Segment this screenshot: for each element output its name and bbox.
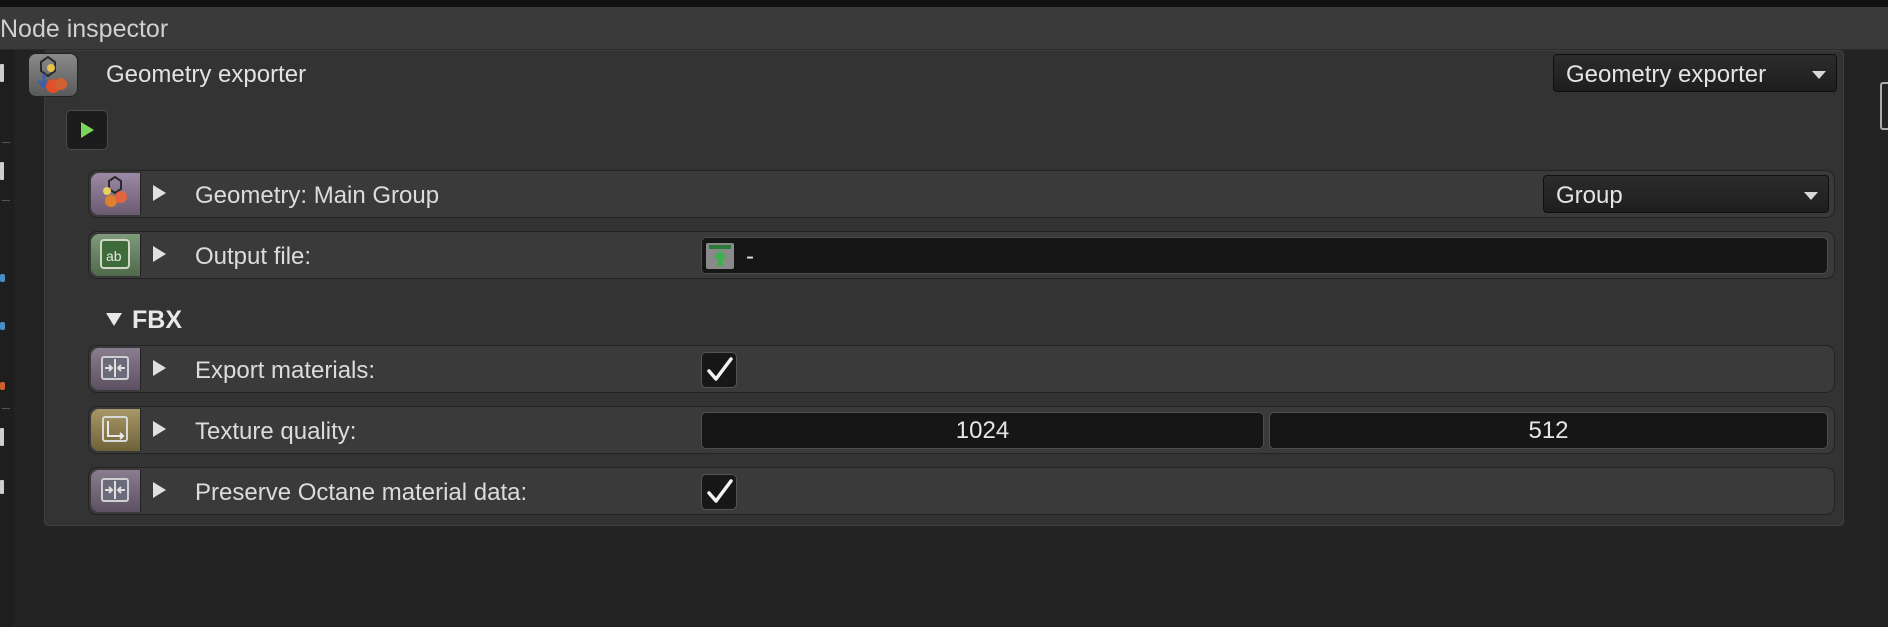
pin-row-output-file[interactable]: ab Output file: - [88,231,1835,279]
texture-quality-x-value: 1024 [955,417,1010,444]
chevron-down-icon [1804,192,1818,200]
strip-blue-icon[interactable] [0,274,5,282]
geometry-exporter-icon [28,53,78,97]
texture-quality-x-field[interactable]: 1024 [701,412,1264,449]
fbx-section-title: FBX [132,306,182,334]
chevron-down-icon [1812,71,1826,79]
strip-divider [2,408,10,409]
pin-label-output-file: Output file: [195,243,312,270]
node-type-dropdown-value: Geometry exporter [1566,61,1767,88]
geometry-type-dropdown-value: Group [1556,182,1623,209]
bool-toggle-icon [91,470,141,512]
strip-divider [2,142,10,143]
node-title: Geometry exporter [106,61,307,88]
expand-arrow-icon[interactable] [153,360,166,376]
right-edge-handle[interactable] [1880,82,1888,130]
fbx-section-header[interactable]: FBX [106,306,182,335]
output-file-path-field[interactable]: - [701,237,1828,274]
svg-text:ab: ab [106,248,122,264]
collapse-arrow-icon [106,312,122,326]
top-edge [0,0,1888,7]
strip-handle-icon[interactable] [0,480,4,494]
pin-row-export-materials[interactable]: Export materials: [88,345,1835,393]
texture-quality-y-value: 512 [1528,417,1569,444]
inspector-title-bar: Node inspector [0,7,1888,50]
strip-handle-icon[interactable] [0,162,4,180]
pin-label-geometry: Geometry: Main Group [195,182,440,209]
expand-arrow-icon[interactable] [153,421,166,437]
expand-arrow-icon[interactable] [153,185,166,201]
left-toolbar-strip [0,50,14,627]
pin-label-export-materials: Export materials: [195,357,376,384]
expand-arrow-icon[interactable] [153,246,166,262]
pin-row-geometry[interactable]: Geometry: Main Group Group [88,170,1835,218]
run-export-button[interactable] [66,110,108,150]
file-upload-icon[interactable] [705,241,735,271]
text-ab-icon: ab [91,234,141,276]
node-inspector-panel [44,50,1844,526]
geometry-type-dropdown[interactable]: Group [1543,175,1829,213]
strip-orange-icon[interactable] [0,382,5,390]
pin-label-texture-quality: Texture quality: [195,418,357,445]
checkmark-icon [707,479,733,503]
bool-toggle-icon [91,348,141,390]
strip-blue-icon[interactable] [0,322,5,330]
pin-row-preserve-octane[interactable]: Preserve Octane material data: [88,467,1835,515]
output-file-path-value: - [746,243,754,270]
window-title: Node inspector [0,15,169,43]
node-type-dropdown[interactable]: Geometry exporter [1553,54,1837,92]
export-materials-checkbox[interactable] [701,352,737,388]
strip-divider [2,200,10,201]
texture-quality-y-field[interactable]: 512 [1269,412,1828,449]
strip-handle-icon[interactable] [0,64,4,82]
resolution-icon [91,409,141,451]
geometry-node-icon [91,173,141,215]
checkmark-icon [707,357,733,381]
strip-handle-icon[interactable] [0,428,4,446]
pin-label-preserve-octane: Preserve Octane material data: [195,479,528,506]
pin-row-texture-quality[interactable]: Texture quality: 1024 512 [88,406,1835,454]
preserve-octane-checkbox[interactable] [701,474,737,510]
expand-arrow-icon[interactable] [153,482,166,498]
play-icon [81,122,94,138]
